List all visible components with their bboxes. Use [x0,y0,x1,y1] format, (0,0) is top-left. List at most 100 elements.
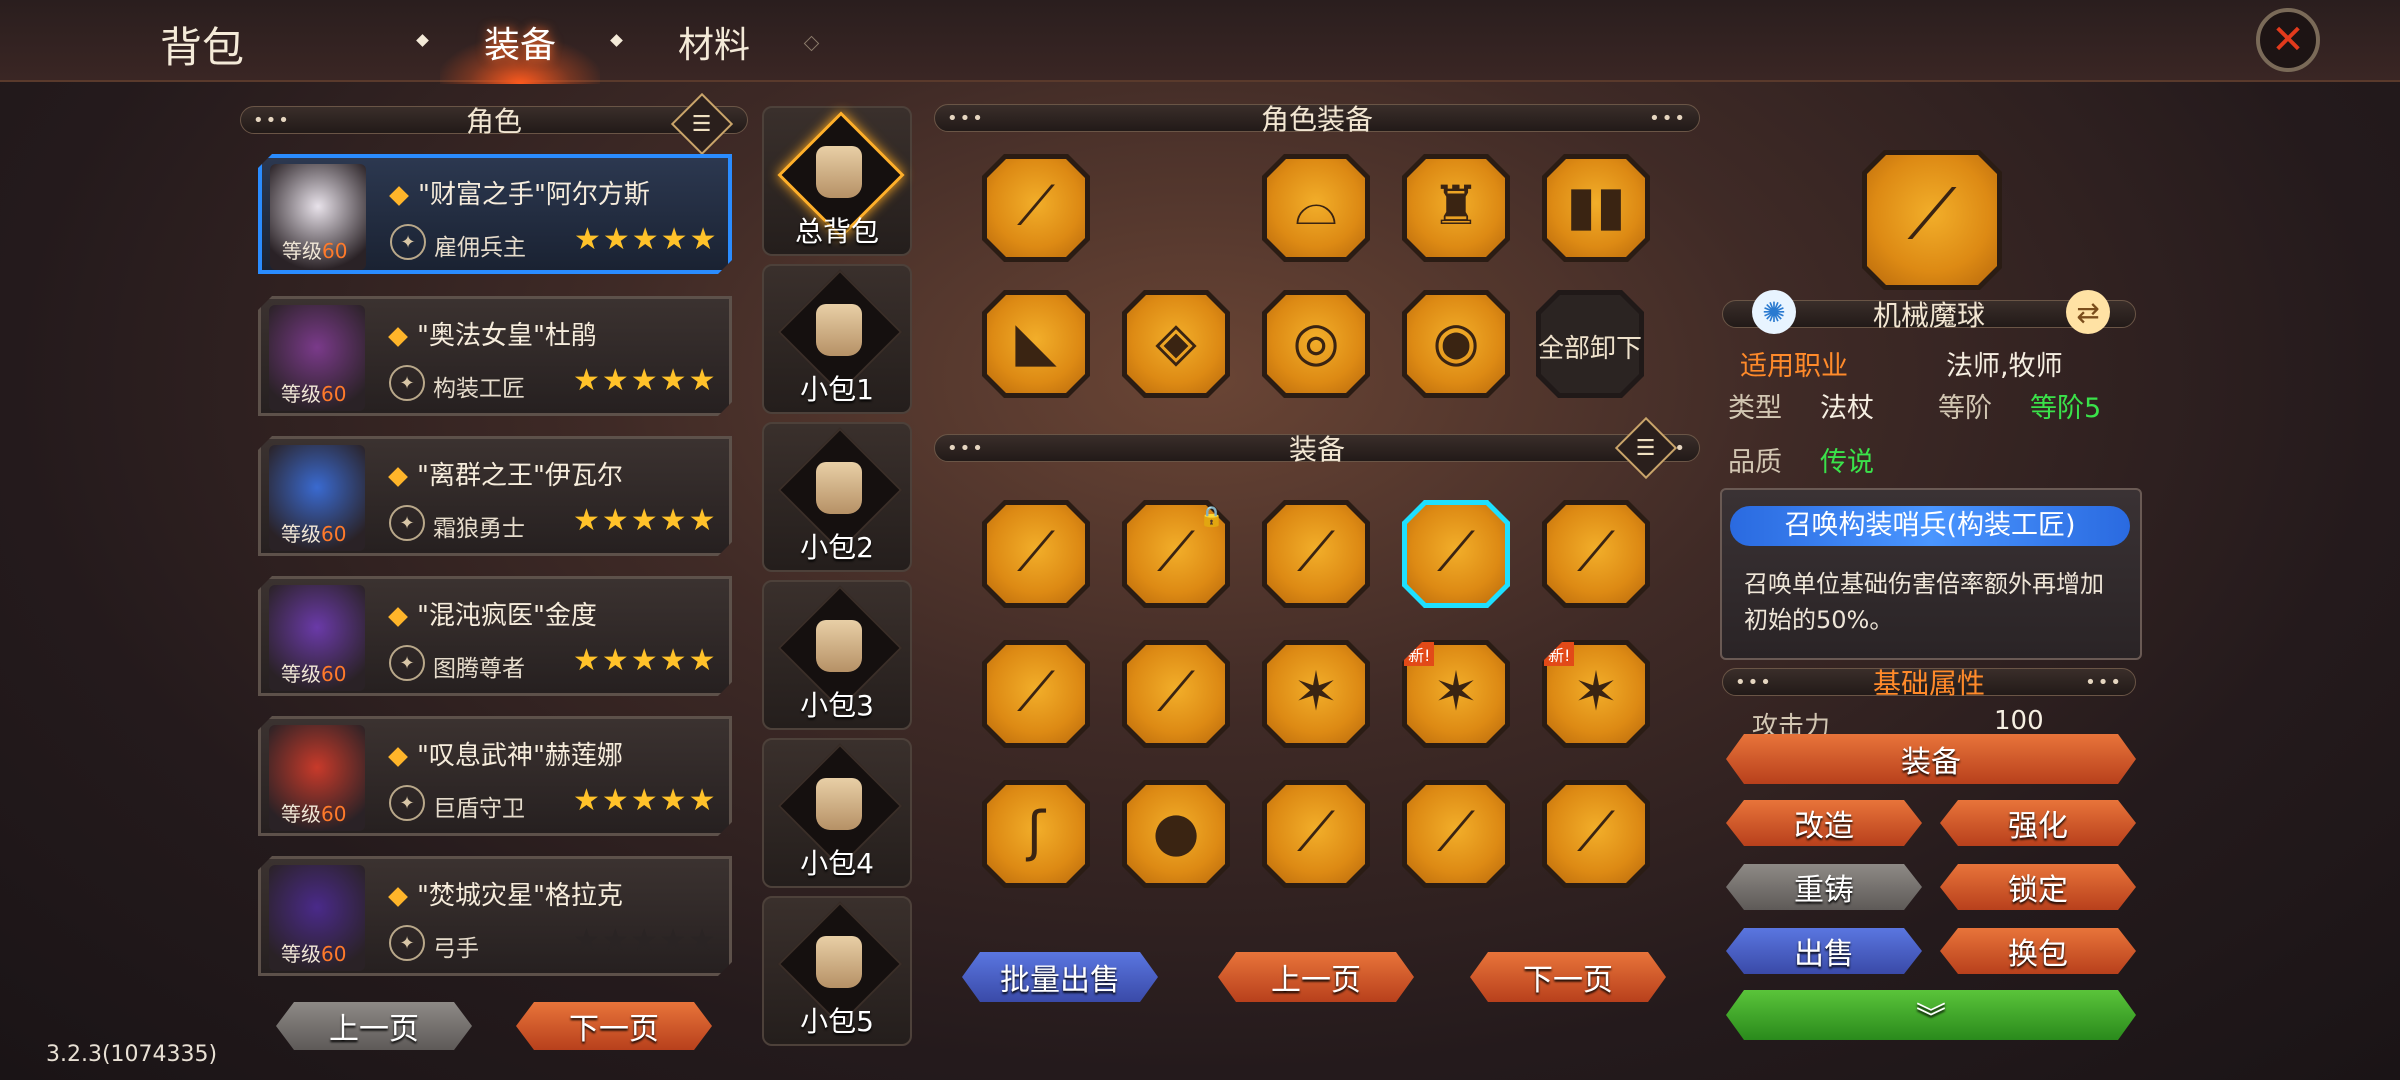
class-icon: ✦ [389,645,425,681]
close-icon[interactable]: ✕ [2256,8,2320,72]
bag-button[interactable]: 小包1 [762,264,912,414]
bag-icon [816,936,862,988]
item-slot[interactable]: ʃ [982,780,1090,888]
filter-list-icon[interactable]: ☰ [1614,416,1678,480]
equipment-header: ••• 装备 ••• [934,433,1700,466]
item-slot[interactable]: ⟋ [1542,780,1650,888]
item-slot[interactable]: ⟋ [982,154,1090,262]
sort-list-icon[interactable]: ☰ [670,92,734,156]
star-rating: ★★★★★ [573,503,718,538]
new-badge: 新! [1404,642,1434,666]
bag-button[interactable]: 小包3 [762,580,912,730]
rarity-gem-icon [389,186,409,206]
greaves-icon: ▮▮ [1566,174,1626,237]
quality-value: 传说 [1820,447,1874,478]
swap-compare-icon[interactable]: ⇄ [2066,290,2110,334]
item-slot[interactable]: ⟋ [1542,500,1650,608]
item-slot[interactable]: ⌓ [1262,154,1370,262]
item-slot[interactable]: ◎ [1262,290,1370,398]
new-badge: 新! [1544,642,1574,666]
selected-item-preview: ⟋ [1862,150,2002,290]
character-card[interactable]: 等级60 "焚城灾星"格拉克 ✦ 弓手 ★★★★★ [258,856,732,976]
bag-icon [816,620,862,672]
swap-bag-button[interactable]: 换包 [1940,928,2136,974]
type-label: 类型 [1728,393,1782,424]
lock-icon: 🔒 [1199,504,1224,528]
bag-button[interactable]: 小包4 [762,738,912,888]
character-class: 霜狼勇士 [433,516,525,542]
item-slot[interactable]: ♜ [1402,154,1510,262]
character-card[interactable]: 等级60 "混沌疯医"金度 ✦ 图腾尊者 ★★★★★ [258,576,732,696]
character-card[interactable]: 等级60 "财富之手"阿尔方斯 ✦ 雇佣兵主 ★★★★★ [258,154,732,274]
unequip-all-button[interactable]: 全部卸下 [1536,290,1644,398]
bag-label: 小包4 [800,847,874,880]
bag-label: 小包5 [800,1005,874,1038]
item-slot[interactable]: ⟋ [1262,500,1370,608]
star-rating: ★★★★★ [574,222,719,257]
bag-icon [816,304,862,356]
skill-title: 召唤构装哨兵(构装工匠) [1730,506,2130,546]
modify-button[interactable]: 改造 [1726,800,1922,846]
enhance-button[interactable]: 强化 [1940,800,2136,846]
character-name: "财富之手"阿尔方斯 [392,174,650,211]
item-slot[interactable]: ✶ 新! [1542,640,1650,748]
item-slot[interactable]: ◣ [982,290,1090,398]
items-prev-page-button[interactable]: 上一页 [1218,952,1414,1002]
character-name: "奥法女皇"杜鹃 [391,315,597,352]
item-slot[interactable]: ▮▮ [1542,154,1650,262]
items-next-page-button[interactable]: 下一页 [1470,952,1666,1002]
character-card[interactable]: 等级60 "叹息武神"赫莲娜 ✦ 巨盾守卫 ★★★★★ [258,716,732,836]
item-slot[interactable]: ⟋ 🔒 [1122,500,1230,608]
item-slot[interactable]: ⟋ [1402,500,1510,608]
type-value: 法杖 [1820,393,1874,424]
item-slot[interactable]: ⟋ [1262,780,1370,888]
character-card[interactable]: 等级60 "离群之王"伊瓦尔 ✦ 霜狼勇士 ★★★★★ [258,436,732,556]
more-actions-button[interactable]: ︾ [1726,990,2136,1040]
skill-description: 召唤单位基础伤害倍率额外再增加初始的50%。 [1744,570,2104,634]
tab-equipment[interactable]: 装备 [484,16,556,68]
character-name: "叹息武神"赫莲娜 [391,735,623,772]
char-equipment-title: 角色装备 [1260,103,1373,136]
attribute-value: 100 [1994,706,2044,736]
wand-icon: ⟋ [1157,660,1195,723]
chevron-down-icon: ︾ [1916,1001,1946,1036]
bag-button[interactable]: 小包2 [762,422,912,572]
item-slot[interactable]: ● [1122,780,1230,888]
staff-icon: ⟋ [1017,520,1055,583]
star-rating: ★★★★★ [573,923,718,958]
item-slot[interactable]: ✶ [1262,640,1370,748]
char-prev-page-button[interactable]: 上一页 [276,1002,472,1050]
item-slot[interactable]: ⟋ [1122,640,1230,748]
item-slot[interactable]: ⟋ [982,640,1090,748]
sell-button[interactable]: 出售 [1726,928,1922,974]
item-slot[interactable]: ⟋ [982,500,1090,608]
class-icon: ✦ [389,785,425,821]
level-text: 等级60 [281,662,347,686]
character-class: 构装工匠 [433,376,525,402]
bag-icon [816,146,862,198]
item-slot[interactable]: ◈ [1122,290,1230,398]
bag-button[interactable]: 总背包 [762,106,912,256]
staff-icon: ⟋ [1437,520,1475,583]
reforge-button[interactable]: 重铸 [1726,864,1922,910]
skill-panel: 召唤构装哨兵(构装工匠) 召唤单位基础伤害倍率额外再增加初始的50%。 [1720,488,2142,660]
staff-icon: ⟋ [1157,520,1195,583]
version-text: 3.2.3(1074335) [46,1042,218,1067]
item-slot[interactable]: ◉ [1402,290,1510,398]
lock-button[interactable]: 锁定 [1940,864,2136,910]
equip-button[interactable]: 装备 [1726,734,2136,784]
bag-icon [816,462,862,514]
char-next-page-button[interactable]: 下一页 [516,1002,712,1050]
item-slot[interactable]: ⟋ [1402,780,1510,888]
character-name: "混沌疯医"金度 [391,595,597,632]
branch-staff-icon: ⟋ [1297,800,1335,863]
wand-icon: ⟋ [1017,660,1055,723]
bulk-sell-button[interactable]: 批量出售 [962,952,1158,1002]
job-label: 适用职业 [1740,351,1848,382]
tab-materials[interactable]: 材料 [678,16,750,68]
element-icon: ✺ [1752,290,1796,334]
item-slot[interactable]: ✶ 新! [1402,640,1510,748]
character-card[interactable]: 等级60 "奥法女皇"杜鹃 ✦ 构装工匠 ★★★★★ [258,296,732,416]
bag-button[interactable]: 小包5 [762,896,912,1046]
staff-icon: ⟋ [1907,173,1957,255]
